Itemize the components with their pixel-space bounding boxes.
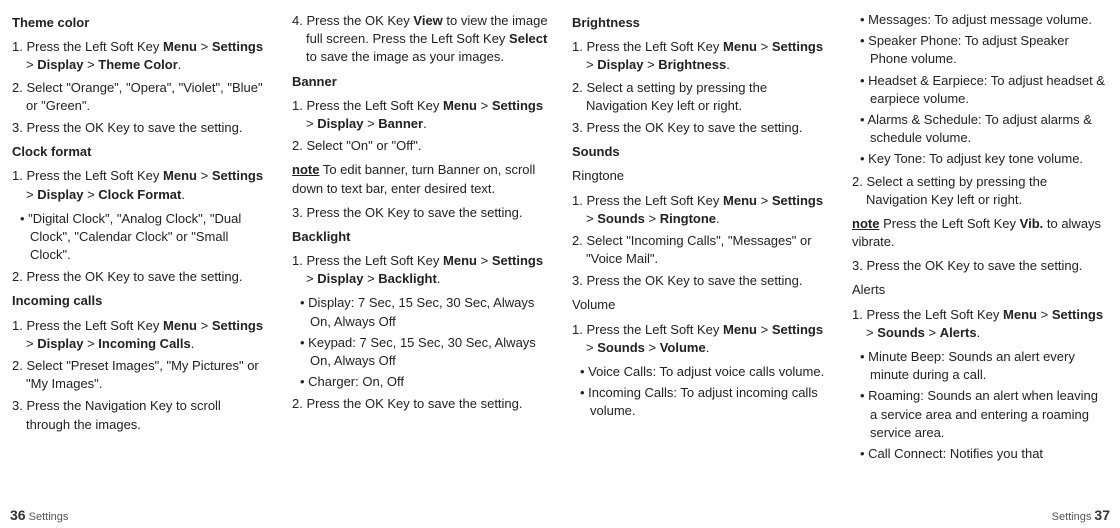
bullet: Messages: To adjust message volume. [856, 11, 1108, 29]
alerts-step1: 1. Press the Left Soft Key MenuSettingsS… [852, 306, 1108, 342]
step: 2. Select "Preset Images", "My Pictures"… [12, 357, 268, 393]
heading-sounds: Sounds [572, 143, 828, 161]
page-column-4: Messages: To adjust message volume. Spea… [840, 0, 1120, 528]
step: 1. Press the Left Soft Key MenuSettingsD… [292, 252, 548, 288]
banner-steps: 1. Press the Left Soft Key MenuSettingsD… [292, 97, 548, 156]
page-column-2: 4. Press the OK Key View to view the ima… [280, 0, 560, 528]
incoming-steps-cont: 4. Press the OK Key View to view the ima… [292, 12, 548, 67]
clock-format-steps2: 2. Press the OK Key to save the setting. [12, 268, 268, 286]
volume-bullets-cont: Messages: To adjust message volume. Spea… [856, 11, 1108, 169]
step: 2. Select "Incoming Calls", "Messages" o… [572, 232, 828, 268]
bullet: Call Connect: Notifies you that [856, 445, 1108, 463]
step: 2. Select "On" or "Off". [292, 137, 548, 155]
step: 1. Press the Left Soft Key MenuSettingsD… [572, 38, 828, 74]
page-column-1: Theme color 1. Press the Left Soft Key M… [0, 0, 280, 528]
heading-ringtone: Ringtone [572, 167, 828, 185]
step: 1. Press the Left Soft Key MenuSettingsS… [572, 321, 828, 357]
volume-steps2: 2. Select a setting by pressing the Navi… [852, 173, 1108, 209]
theme-color-steps: 1. Press the Left Soft Key MenuSettingsD… [12, 38, 268, 137]
backlight-step1: 1. Press the Left Soft Key MenuSettingsD… [292, 252, 548, 288]
step: 1. Press the Left Soft Key MenuSettingsS… [852, 306, 1108, 342]
step: 3. Press the OK Key to save the setting. [292, 204, 548, 222]
step: 1. Press the Left Soft Key MenuSettingsD… [12, 317, 268, 353]
step: 2. Select "Orange", "Opera", "Violet", "… [12, 79, 268, 115]
bullet: Roaming: Sounds an alert when leaving a … [856, 387, 1108, 442]
bullet: Headset & Earpiece: To adjust headset & … [856, 72, 1108, 108]
step: 3. Press the OK Key to save the setting. [572, 272, 828, 290]
volume-steps3: 3. Press the OK Key to save the setting. [852, 257, 1108, 275]
step: 2. Select a setting by pressing the Navi… [852, 173, 1108, 209]
bullet: Key Tone: To adjust key tone volume. [856, 150, 1108, 168]
step: 2. Press the OK Key to save the setting. [12, 268, 268, 286]
ringtone-steps: 1. Press the Left Soft Key MenuSettingsS… [572, 192, 828, 291]
step: 1. Press the Left Soft Key MenuSettingsD… [12, 38, 268, 74]
heading-incoming-calls: Incoming calls [12, 292, 268, 310]
heading-alerts: Alerts [852, 281, 1108, 299]
step: 1. Press the Left Soft Key MenuSettingsS… [572, 192, 828, 228]
step: 1. Press the Left Soft Key MenuSettingsD… [292, 97, 548, 133]
heading-clock-format: Clock format [12, 143, 268, 161]
brightness-steps: 1. Press the Left Soft Key MenuSettingsD… [572, 38, 828, 137]
banner-steps2: 3. Press the OK Key to save the setting. [292, 204, 548, 222]
bullet: Charger: On, Off [296, 373, 548, 391]
bullet: Alarms & Schedule: To adjust alarms & sc… [856, 111, 1108, 147]
step: 4. Press the OK Key View to view the ima… [292, 12, 548, 67]
bullet: Display: 7 Sec, 15 Sec, 30 Sec, Always O… [296, 294, 548, 330]
step: 3. Press the OK Key to save the setting. [852, 257, 1108, 275]
page-column-3: Brightness 1. Press the Left Soft Key Me… [560, 0, 840, 528]
step: 3. Press the OK Key to save the setting. [572, 119, 828, 137]
heading-brightness: Brightness [572, 14, 828, 32]
page-number-left: 36 Settings [10, 506, 68, 526]
backlight-options: Display: 7 Sec, 15 Sec, 30 Sec, Always O… [296, 294, 548, 391]
step: 1. Press the Left Soft Key MenuSettingsD… [12, 167, 268, 203]
clock-format-steps: 1. Press the Left Soft Key MenuSettingsD… [12, 167, 268, 203]
step: 2. Press the OK Key to save the setting. [292, 395, 548, 413]
clock-options: "Digital Clock", "Analog Clock", "Dual C… [16, 210, 268, 265]
backlight-step2: 2. Press the OK Key to save the setting. [292, 395, 548, 413]
banner-note: note To edit banner, turn Banner on, scr… [292, 161, 548, 197]
volume-note: note Press the Left Soft Key Vib. to alw… [852, 215, 1108, 251]
step: 3. Press the OK Key to save the setting. [12, 119, 268, 137]
volume-bullets: Voice Calls: To adjust voice calls volum… [576, 363, 828, 421]
heading-backlight: Backlight [292, 228, 548, 246]
heading-banner: Banner [292, 73, 548, 91]
bullet: "Digital Clock", "Analog Clock", "Dual C… [16, 210, 268, 265]
heading-volume: Volume [572, 296, 828, 314]
step: 2. Select a setting by pressing the Navi… [572, 79, 828, 115]
page-number-right: Settings 37 [1052, 506, 1110, 526]
step: 3. Press the Navigation Key to scroll th… [12, 397, 268, 433]
bullet: Speaker Phone: To adjust Speaker Phone v… [856, 32, 1108, 68]
bullet: Minute Beep: Sounds an alert every minut… [856, 348, 1108, 384]
bullet: Keypad: 7 Sec, 15 Sec, 30 Sec, Always On… [296, 334, 548, 370]
incoming-steps: 1. Press the Left Soft Key MenuSettingsD… [12, 317, 268, 434]
heading-theme-color: Theme color [12, 14, 268, 32]
alerts-bullets: Minute Beep: Sounds an alert every minut… [856, 348, 1108, 463]
bullet: Voice Calls: To adjust voice calls volum… [576, 363, 828, 381]
bullet: Incoming Calls: To adjust incoming calls… [576, 384, 828, 420]
volume-step1: 1. Press the Left Soft Key MenuSettingsS… [572, 321, 828, 357]
